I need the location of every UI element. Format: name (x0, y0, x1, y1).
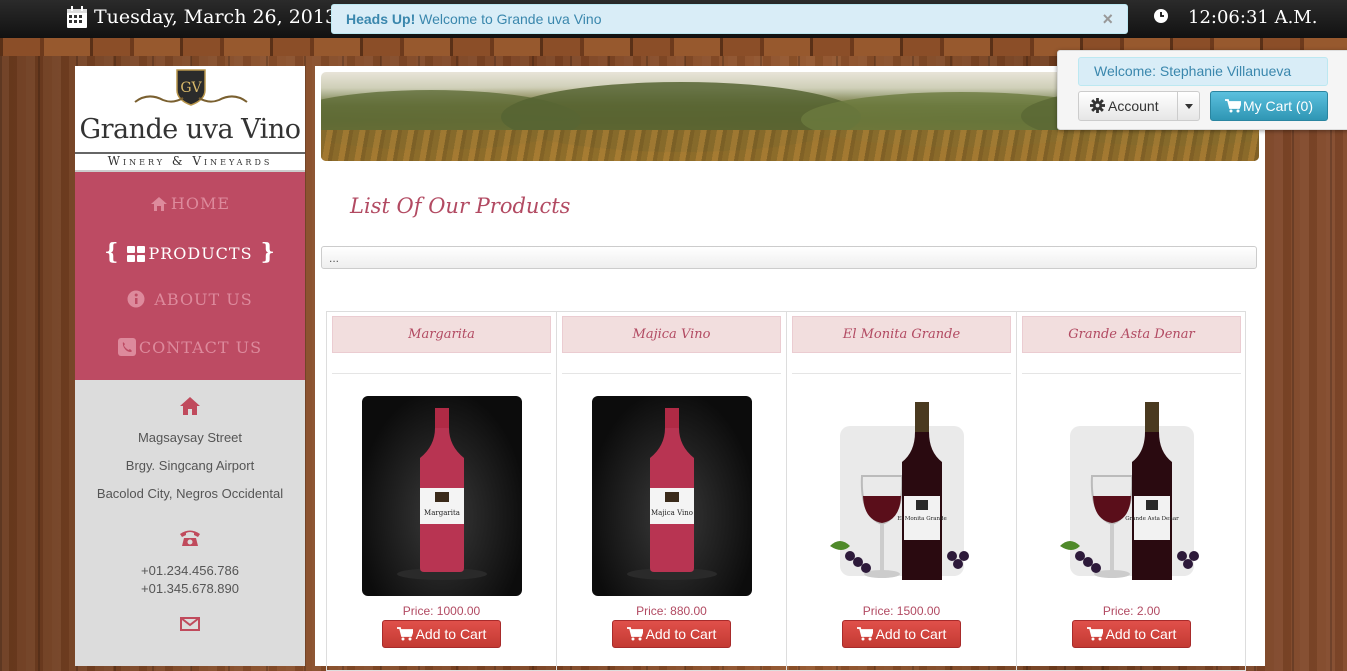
cart-icon (396, 627, 414, 641)
contact-info: Magsaysay Street Brgy. Singcang Airport … (75, 380, 305, 644)
nav-item-about[interactable]: ABOUT US (75, 276, 305, 324)
nav-active-brace-right: } (260, 239, 276, 265)
bottle-label: Grande Asta Denar (1125, 516, 1179, 522)
product-name[interactable]: El Monita Grande (792, 316, 1011, 353)
alert-message: Welcome to Grande uva Vino (419, 11, 602, 27)
add-to-cart-label: Add to Cart (645, 626, 717, 642)
address-line-2: Brgy. Singcang Airport (125, 458, 255, 473)
gear-icon (1090, 98, 1105, 113)
product-grid: Margarita Margarita Price: 1000.00 Add t… (326, 311, 1246, 671)
nav-item-home[interactable]: HOME (75, 180, 305, 228)
product-card: El Monita Grande El Monita Grande Price:… (786, 311, 1016, 671)
bottle-label: Margarita (424, 509, 460, 517)
main-content: List Of Our Products ... Margarita Marga… (315, 66, 1265, 671)
product-image[interactable]: El Monita Grande (822, 396, 982, 596)
phone-square-icon (117, 338, 136, 356)
product-card: Grande Asta Denar Grande Asta Denar Pric… (1016, 311, 1246, 671)
cart-icon (1225, 99, 1243, 113)
account-dropdown-toggle[interactable] (1178, 91, 1200, 121)
product-price: Price: 1000.00 (402, 604, 481, 618)
time-display: 12:06:31 A.M. (1188, 7, 1318, 28)
product-name[interactable]: Margarita (332, 316, 551, 353)
wine-bottle-icon: Margarita (397, 408, 487, 580)
address-line-3: Bacolod City, Negros Occidental (96, 486, 284, 501)
nav-item-contact[interactable]: CONTACT US (75, 324, 305, 372)
product-card: Margarita Margarita Price: 1000.00 Add t… (326, 311, 556, 671)
main-nav: HOME { PRODUCTS} ABOUT US CONTACT US (75, 172, 305, 380)
brand-logo[interactable]: GV Grande uva Vino Winery & Vineyards (75, 66, 305, 172)
product-image[interactable]: Grande Asta Denar (1052, 396, 1212, 596)
welcome-alert: Heads Up! Welcome to Grande uva Vino × (331, 4, 1128, 34)
cart-icon (1086, 627, 1104, 641)
grid-icon (127, 246, 146, 262)
add-to-cart-button[interactable]: Add to Cart (842, 620, 961, 648)
home-icon (150, 197, 167, 211)
cart-icon (856, 627, 874, 641)
bottle-label: Majica Vino (651, 509, 693, 517)
logo-ornament-icon (134, 95, 248, 103)
brand-name: Grande uva Vino (79, 114, 301, 145)
product-price: Price: 880.00 (636, 604, 707, 618)
clock-icon (1154, 9, 1168, 23)
cart-icon (626, 627, 644, 641)
date-display: Tuesday, March 26, 2013 (66, 5, 337, 29)
add-to-cart-button[interactable]: Add to Cart (612, 620, 731, 648)
brand-tagline: Winery & Vineyards (75, 152, 305, 168)
bottle-label: El Monita Grande (897, 516, 947, 522)
account-label: Account (1108, 98, 1159, 114)
nav-active-brace-left: { (104, 239, 120, 265)
wine-bottle-glass-icon: Grande Asta Denar (1060, 402, 1199, 580)
date-text: Tuesday, March 26, 2013 (94, 6, 338, 28)
wine-bottle-glass-icon: El Monita Grande (830, 402, 969, 580)
my-cart-label: My Cart (0) (1243, 98, 1313, 114)
alert-close-button[interactable]: × (1102, 5, 1113, 33)
address-line-1: Magsaysay Street (137, 430, 243, 445)
my-cart-button[interactable]: My Cart (0) (1210, 91, 1328, 121)
account-button[interactable]: Account (1078, 91, 1178, 121)
add-to-cart-button[interactable]: Add to Cart (1072, 620, 1191, 648)
add-to-cart-label: Add to Cart (1105, 626, 1177, 642)
add-to-cart-button[interactable]: Add to Cart (382, 620, 501, 648)
nav-label-products: PRODUCTS (148, 244, 253, 263)
nav-label-about: ABOUT US (154, 290, 253, 309)
account-panel: Welcome: Stephanie Villanueva Account My… (1057, 50, 1347, 130)
info-icon (127, 290, 145, 308)
address-home-icon (180, 397, 200, 415)
alert-heading: Heads Up! (346, 11, 416, 27)
breadcrumb: ... (321, 246, 1257, 269)
envelope-icon (180, 617, 200, 631)
product-image[interactable]: Majica Vino (592, 396, 752, 596)
phone-2: +01.345.678.890 (141, 581, 239, 596)
product-name[interactable]: Grande Asta Denar (1022, 316, 1241, 353)
add-to-cart-label: Add to Cart (415, 626, 487, 642)
phone-1: +01.234.456.786 (141, 563, 239, 578)
nav-label-home: HOME (170, 194, 231, 213)
page-title: List Of Our Products (350, 194, 571, 218)
add-to-cart-label: Add to Cart (875, 626, 947, 642)
product-image[interactable]: Margarita (362, 396, 522, 596)
product-price: Price: 1500.00 (862, 604, 941, 618)
welcome-user: Welcome: Stephanie Villanueva (1078, 57, 1328, 86)
nav-item-products[interactable]: { PRODUCTS} (75, 228, 305, 276)
calendar-icon (67, 6, 87, 28)
nav-label-contact: CONTACT US (138, 338, 263, 357)
product-price: Price: 2.00 (1102, 604, 1161, 618)
sidebar: GV Grande uva Vino Winery & Vineyards HO… (75, 66, 305, 666)
telephone-icon (180, 530, 200, 546)
wine-bottle-icon: Majica Vino (627, 408, 717, 580)
product-card: Majica Vino Majica Vino Price: 880.00 Ad… (556, 311, 786, 671)
top-bar: Tuesday, March 26, 2013 Heads Up! Welcom… (0, 0, 1347, 39)
page-container: GV Grande uva Vino Winery & Vineyards HO… (75, 56, 1265, 671)
product-name[interactable]: Majica Vino (562, 316, 781, 353)
